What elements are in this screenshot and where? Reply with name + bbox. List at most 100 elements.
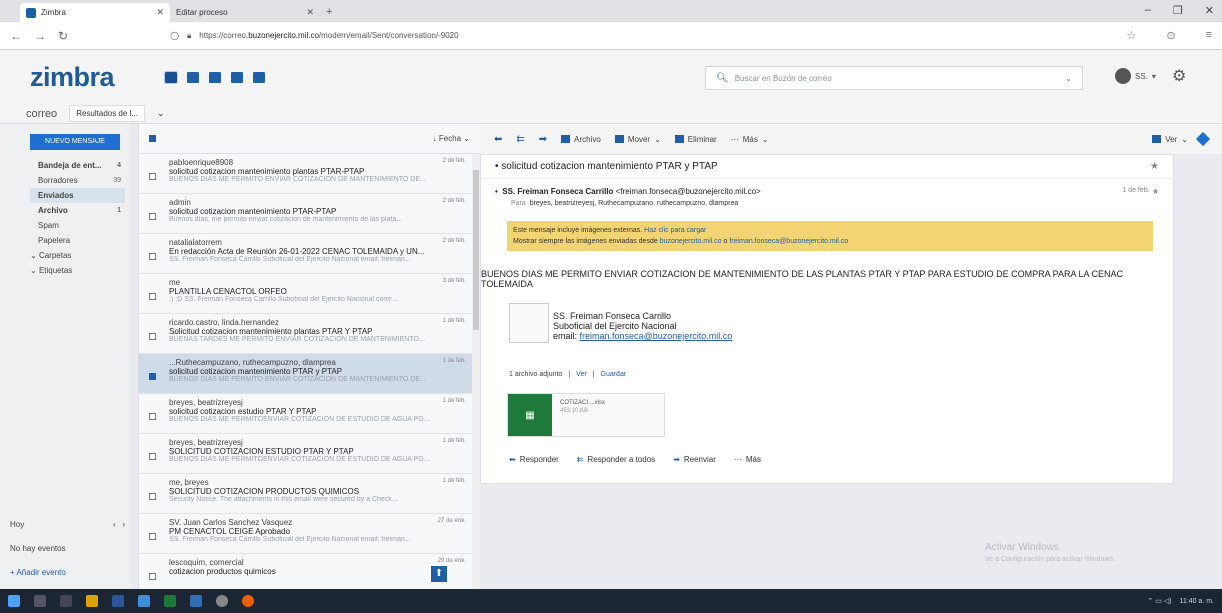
word-icon[interactable] <box>112 595 124 607</box>
tab-search-results[interactable]: Resultados de l... <box>69 105 145 122</box>
load-images-link[interactable]: Haz clic para cargar <box>644 227 706 234</box>
outlook-icon[interactable] <box>138 595 150 607</box>
sidebar-item-spam[interactable]: Spam <box>30 218 125 233</box>
chrome-icon[interactable] <box>216 595 228 607</box>
forward-button[interactable]: ➡ Reenviar <box>673 455 716 464</box>
scroll-to-top-button[interactable]: ⬆ <box>431 566 447 582</box>
calendar-app-icon[interactable] <box>187 71 199 83</box>
address-field[interactable]: ◯ 🔒︎ https://correo.buzonejercito.mil.co… <box>80 31 1114 41</box>
close-window-icon[interactable]: ✕ <box>1205 4 1214 17</box>
reply-button[interactable]: ⬅ Responder <box>509 455 559 464</box>
star-icon[interactable]: ★ <box>1150 161 1159 172</box>
row-checkbox[interactable] <box>149 533 156 540</box>
trust-sender-link[interactable]: freiman.fonseca@buzonejercito.mil.co <box>729 238 848 245</box>
sidebar-item-sent[interactable]: Enviados <box>30 188 125 203</box>
new-message-button[interactable]: NUEVO MENSAJE <box>30 134 120 150</box>
list-scrollbar[interactable] <box>472 154 480 589</box>
message-row[interactable]: SV. Juan Carlos Sanchez Vasquez 27 de ene… <box>139 514 480 554</box>
bookmark-star-icon[interactable]: ☆ <box>1126 29 1136 42</box>
user-menu[interactable]: SS. ▾ <box>1115 68 1156 84</box>
browser-tab-editar[interactable]: Editar proceso ✕ <box>170 3 320 22</box>
select-all-checkbox[interactable] <box>149 135 156 142</box>
drive-app-icon[interactable] <box>231 71 243 83</box>
sidebar-item-folders[interactable]: ⌄ Carpetas <box>30 248 125 263</box>
tray-icons[interactable]: ⌃ ▭ ◁) <box>1147 597 1171 605</box>
close-tab-icon[interactable]: ✕ <box>306 7 314 18</box>
scrollbar-thumb[interactable] <box>473 170 479 330</box>
forward-icon[interactable]: ➡ <box>539 134 547 145</box>
search-icon[interactable] <box>34 595 46 607</box>
gear-icon[interactable]: ⚙ <box>1172 66 1186 86</box>
reply-all-button[interactable]: ⇇ Responder a todos <box>577 455 655 464</box>
task-view-icon[interactable] <box>60 595 72 607</box>
message-row[interactable]: natalialatorrem 2 de feb. En redacción Act… <box>139 234 480 274</box>
chat-app-icon[interactable] <box>209 71 221 83</box>
forward-icon[interactable]: → <box>34 29 46 43</box>
excel-icon[interactable] <box>164 595 176 607</box>
calendar-nav-arrows[interactable]: ‹ › <box>113 520 125 529</box>
message-row[interactable]: pabloenrique8908 2 de feb. solicitud cotiz… <box>139 154 480 194</box>
row-checkbox[interactable] <box>149 333 156 340</box>
message-row[interactable]: ...Ruthecampuzano, ruthecampuzno, dlampr… <box>139 354 480 394</box>
minimize-icon[interactable]: – <box>1145 4 1151 17</box>
message-row[interactable]: breyes, beatrizreyesj 1 de feb. solicitud … <box>139 394 480 434</box>
more-button[interactable]: ··· Más ⌄ <box>731 135 769 144</box>
signature-email-link[interactable]: freiman.fonseca@buzonejercito.mil.co <box>580 331 733 341</box>
extensions-icon[interactable]: ⊙ <box>1166 29 1175 42</box>
row-checkbox[interactable] <box>149 253 156 260</box>
sidebar-item-drafts[interactable]: Borradores 39 <box>30 173 125 188</box>
row-checkbox[interactable] <box>149 213 156 220</box>
mail-app-icon[interactable] <box>164 70 178 84</box>
calendar-today[interactable]: Hoy <box>10 520 24 529</box>
reload-icon[interactable]: ↻ <box>58 29 68 43</box>
message-row[interactable]: me 3 de feb. PLANTILLA CENACTOL ORFEO:) :D… <box>139 274 480 314</box>
message-row[interactable]: breyes, beatrizreyesj 1 de feb. SOLICITUD … <box>139 434 480 474</box>
chevron-down-icon[interactable]: ⌄ <box>1065 74 1072 83</box>
save-attachment-link[interactable]: Guardar <box>601 371 627 378</box>
message-row[interactable]: me, breyes 1 de feb. SOLICITUD COTIZACION … <box>139 474 480 514</box>
zimbra-diamond-icon[interactable] <box>1195 131 1211 147</box>
star-icon[interactable]: ★ <box>1152 187 1159 196</box>
row-checkbox[interactable] <box>149 373 156 380</box>
message-row[interactable]: lescoquim, comercial 29 de ene. cotizacion… <box>139 554 480 589</box>
clock[interactable]: 11:40 a. m. <box>1179 598 1214 605</box>
new-tab-icon[interactable]: + <box>320 6 338 22</box>
row-checkbox[interactable] <box>149 573 156 580</box>
tab-correo[interactable]: correo <box>26 108 57 120</box>
row-checkbox[interactable] <box>149 293 156 300</box>
close-tab-icon[interactable]: ✕ <box>156 7 164 18</box>
more-actions-button[interactable]: ··· Más <box>734 455 761 464</box>
menu-icon[interactable]: ≡ <box>1206 29 1212 42</box>
maximize-icon[interactable]: ❐ <box>1173 4 1183 17</box>
sidebar-item-inbox[interactable]: Bandeja de ent... 4 <box>30 158 125 173</box>
row-checkbox[interactable] <box>149 413 156 420</box>
reply-all-icon[interactable]: ⇇ <box>516 134 524 145</box>
row-checkbox[interactable] <box>149 493 156 500</box>
back-icon[interactable]: ← <box>10 29 22 43</box>
firefox-icon[interactable] <box>242 595 254 607</box>
message-row[interactable]: ricardo.castro, linda.hernandez 1 de feb.… <box>139 314 480 354</box>
trust-domain-link[interactable]: buzonejercito.mil.co <box>660 238 722 245</box>
delete-button[interactable]: Eliminar <box>674 135 717 144</box>
teams-icon[interactable] <box>190 595 202 607</box>
sidebar-item-trash[interactable]: Papelera <box>30 233 125 248</box>
browser-tab-zimbra[interactable]: Zimbra ✕ <box>20 3 170 22</box>
tasks-app-icon[interactable] <box>253 71 265 83</box>
view-attachment-link[interactable]: Ver <box>576 371 587 378</box>
attachment-card[interactable]: ▦ COTIZACI....xlsx 453.10 KB <box>507 393 665 437</box>
row-checkbox[interactable] <box>149 173 156 180</box>
move-button[interactable]: Mover ⌄ <box>614 135 661 144</box>
message-row[interactable]: admin 2 de feb. solicitud cotizacion mante… <box>139 194 480 234</box>
search-input[interactable]: 🔍︎ Buscar en Buzón de correo ⌄ <box>705 66 1083 90</box>
file-explorer-icon[interactable] <box>86 595 98 607</box>
chevron-down-icon[interactable]: ⌄ <box>157 108 165 119</box>
archive-button[interactable]: Archivo <box>561 135 601 144</box>
reply-icon[interactable]: ⬅ <box>494 134 502 145</box>
sort-dropdown[interactable]: ↓ Fecha ⌄ <box>433 134 470 143</box>
view-button[interactable]: Ver ⌄ <box>1152 135 1188 144</box>
add-event-link[interactable]: + Añadir evento <box>10 568 125 577</box>
sidebar-item-tags[interactable]: ⌄ Etiquetas <box>30 263 125 278</box>
windows-start-icon[interactable] <box>8 595 20 607</box>
sidebar-item-archive[interactable]: Archivo 1 <box>30 203 125 218</box>
sender-line[interactable]: • SS. Freiman Fonseca Carrillo <freiman.… <box>495 187 1159 196</box>
